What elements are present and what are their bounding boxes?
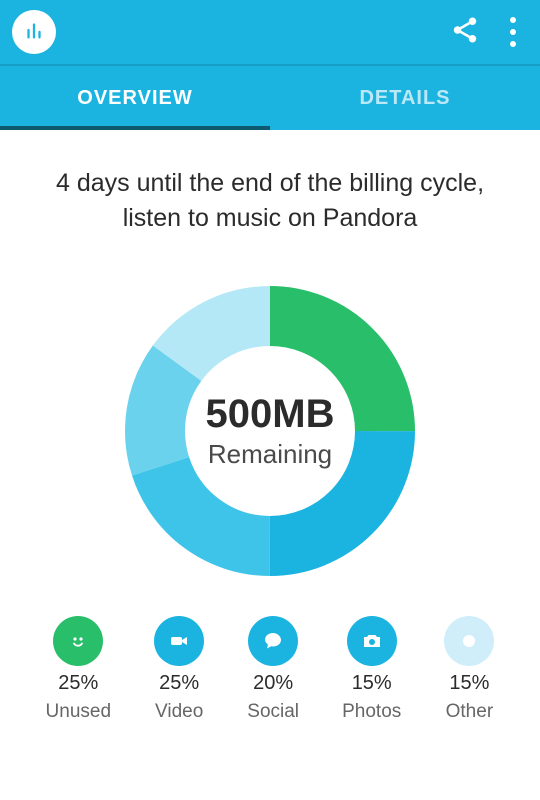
toolbar [0,0,540,66]
usage-legend: 25% Unused 25% Video 20% Social [24,616,516,723]
bar-chart-icon [23,19,45,46]
other-icon [444,616,494,666]
remaining-label: Remaining [206,439,335,470]
legend-label: Photos [342,701,401,723]
legend-percent: 15% [449,672,489,695]
tab-label: DETAILS [359,87,450,110]
share-icon[interactable] [450,15,480,50]
video-icon [154,616,204,666]
legend-percent: 25% [58,672,98,695]
legend-item-photos[interactable]: 15% Photos [342,616,401,723]
tab-bar: OVERVIEW DETAILS [0,66,540,130]
chat-icon [248,616,298,666]
cycle-message: 4 days until the end of the billing cycl… [30,166,510,236]
remaining-amount: 500MB [206,392,335,437]
legend-percent: 15% [352,672,392,695]
usage-donut: 500MB Remaining [115,276,425,586]
smiley-icon [53,616,103,666]
legend-percent: 20% [253,672,293,695]
tab-label: OVERVIEW [77,87,192,110]
legend-label: Other [446,701,494,723]
tab-overview[interactable]: OVERVIEW [0,66,270,130]
legend-item-video[interactable]: 25% Video [154,616,204,723]
camera-icon [347,616,397,666]
legend-item-other[interactable]: 15% Other [444,616,494,723]
legend-item-social[interactable]: 20% Social [247,616,299,723]
more-vertical-icon[interactable] [506,13,520,51]
legend-item-unused[interactable]: 25% Unused [46,616,112,723]
legend-percent: 25% [159,672,199,695]
legend-label: Unused [46,701,112,723]
legend-label: Social [247,701,299,723]
tab-details[interactable]: DETAILS [270,66,540,130]
legend-label: Video [155,701,203,723]
app-logo[interactable] [12,10,56,54]
overview-panel: 4 days until the end of the billing cycl… [0,130,540,800]
